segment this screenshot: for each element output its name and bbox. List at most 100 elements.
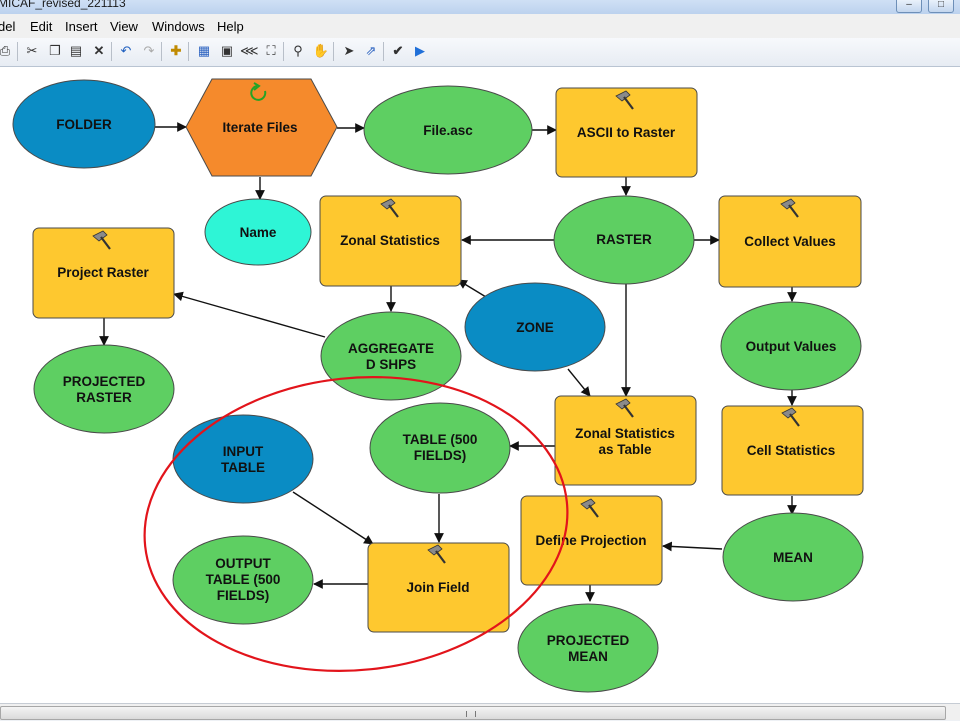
node-zonal-statistics-as-table[interactable]: Zonal Statistics as Table [554,395,697,486]
pan-icon[interactable]: ✋ [312,42,330,60]
node-ascii-to-raster[interactable]: ASCII to Raster [555,87,698,178]
node-input-table-label-line2: TABLE [221,460,265,475]
zoom-fixed-out-icon[interactable]: ⛶ [262,42,280,60]
node-aggregated-shps[interactable]: AGGREGATE D SHPS [320,311,462,401]
toolbar-separator [161,42,162,61]
menu-help[interactable]: Help [217,19,244,34]
toolbar-separator [333,42,334,61]
menu-insert[interactable]: Insert [65,19,98,34]
node-output-table-label-line3: FIELDS) [217,588,270,603]
redo-icon[interactable]: ↷ [140,42,158,60]
full-extent-icon[interactable]: ▣ [218,42,236,60]
node-zonal-statistics-as-table-label-line2: as Table [598,442,652,457]
node-folder[interactable]: FOLDER [12,79,156,169]
node-define-projection[interactable]: Define Projection [520,495,663,586]
toolbar-separator [283,42,284,61]
node-file-asc[interactable]: File.asc [363,85,533,175]
node-zone-label: ZONE [516,320,554,335]
maximize-button[interactable]: □ [928,0,954,13]
toolbar-separator [188,42,189,61]
node-iterate-files[interactable]: Iterate Files [185,78,338,177]
node-join-field[interactable]: Join Field [367,542,510,633]
horizontal-scrollbar[interactable] [0,703,960,721]
node-output-values[interactable]: Output Values [720,301,862,391]
node-zonal-statistics-as-table-label-line1: Zonal Statistics [575,426,675,441]
toolbar-separator [383,42,384,61]
node-project-raster[interactable]: Project Raster [32,227,175,319]
toolbar-separator [17,42,18,61]
node-table-500-fields-label-line2: FIELDS) [414,448,467,463]
menu-view[interactable]: View [110,19,138,34]
toolbar-separator [111,42,112,61]
node-projected-raster[interactable]: PROJECTED RASTER [33,344,175,434]
node-output-table[interactable]: OUTPUT TABLE (500 FIELDS) [172,535,314,625]
node-input-table[interactable]: INPUT TABLE [172,414,314,504]
node-output-table-label-line2: TABLE (500 [206,572,281,587]
copy-icon[interactable]: ❐ [46,42,64,60]
window-title-bar: MICAF_revised_221113 – □ [0,0,960,14]
node-define-projection-label: Define Projection [535,533,646,548]
auto-layout-icon[interactable]: ▦ [195,42,213,60]
node-iterate-files-label: Iterate Files [222,120,297,135]
node-collect-values-label: Collect Values [744,234,836,249]
validate-icon[interactable]: ✔ [389,42,407,60]
connector-input-join [292,491,374,545]
node-file-asc-label: File.asc [423,123,473,138]
window-title: MICAF_revised_221113 [0,0,126,10]
menu-model[interactable]: del [0,19,15,34]
node-projected-raster-label-line2: RASTER [76,390,132,405]
scroll-thumb[interactable] [0,706,946,720]
node-name[interactable]: Name [204,198,312,266]
node-join-field-label: Join Field [406,580,469,595]
paste-icon[interactable]: ▤ [67,42,85,60]
node-aggregated-shps-label-line1: AGGREGATE [348,341,434,356]
node-input-table-label-line1: INPUT [223,444,264,459]
add-data-icon[interactable]: ✚ [167,42,185,60]
node-output-values-label: Output Values [746,339,837,354]
node-projected-mean-label-line1: PROJECTED [547,633,630,648]
node-table-500-fields[interactable]: TABLE (500 FIELDS) [369,402,511,494]
minimize-button[interactable]: – [896,0,922,13]
menu-edit[interactable]: Edit [30,19,52,34]
node-folder-label: FOLDER [56,117,112,132]
node-zonal-statistics[interactable]: Zonal Statistics [319,195,462,287]
print-icon[interactable]: ⎙ [0,42,14,60]
node-aggregated-shps-label-line2: D SHPS [366,357,416,372]
node-output-table-label-line1: OUTPUT [215,556,271,571]
node-zone[interactable]: ZONE [464,282,606,372]
node-table-500-fields-label-line1: TABLE (500 [403,432,478,447]
node-ascii-to-raster-label: ASCII to Raster [577,125,676,140]
connector-zone-zonalstats [457,279,487,298]
node-mean-label: MEAN [773,550,813,565]
run-icon[interactable]: ▶ [411,42,429,60]
cut-icon[interactable]: ✂ [23,42,41,60]
node-raster[interactable]: RASTER [553,195,695,285]
node-zonal-statistics-label: Zonal Statistics [340,233,440,248]
node-projected-mean[interactable]: PROJECTED MEAN [517,603,659,693]
node-cell-statistics-label: Cell Statistics [747,443,836,458]
connect-icon[interactable]: ⇗ [362,42,380,60]
menu-windows[interactable]: Windows [152,19,205,34]
node-name-label: Name [240,225,277,240]
node-cell-statistics[interactable]: Cell Statistics [721,405,864,496]
scroll-grip-icon [466,711,476,717]
node-projected-raster-label-line1: PROJECTED [63,374,146,389]
model-canvas[interactable]: FOLDER ZONE INPUT TABLE Iterate Files Na… [0,67,960,703]
connector-mean-define [662,541,723,552]
highlight-ellipse [143,376,569,672]
zoom-fixed-in-icon[interactable]: ⋘ [240,42,259,60]
node-project-raster-label: Project Raster [57,265,149,280]
node-raster-label: RASTER [596,232,652,247]
scroll-track[interactable] [0,704,960,720]
delete-icon[interactable]: ✕ [90,42,108,60]
node-mean[interactable]: MEAN [722,512,864,602]
connector-aggregated-project [173,291,326,338]
select-icon[interactable]: ➤ [340,42,358,60]
menu-bar: del Edit Insert View Windows Help [0,14,960,38]
connector-zone-zstable [567,368,591,397]
node-projected-mean-label-line2: MEAN [568,649,608,664]
toolbar: ⎙ ✂ ❐ ▤ ✕ ↶ ↷ ✚ ▦ ▣ ⋘ ⛶ ⚲ ✋ ➤ ⇗ ✔ ▶ [0,38,960,67]
zoom-in-icon[interactable]: ⚲ [289,42,307,60]
undo-icon[interactable]: ↶ [117,42,135,60]
node-collect-values[interactable]: Collect Values [718,195,862,288]
